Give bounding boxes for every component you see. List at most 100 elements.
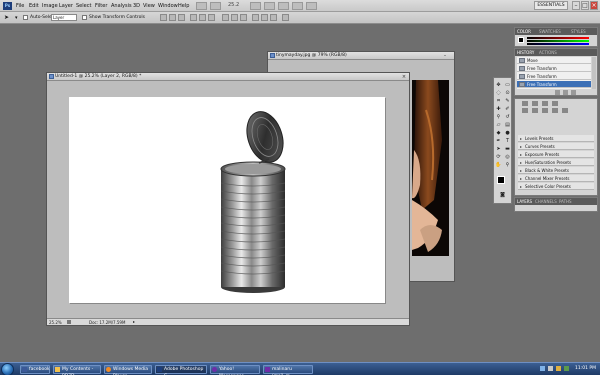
- taskbar-item-messenger[interactable]: Yahoo! Messenger: [210, 365, 260, 375]
- exposure-icon[interactable]: [552, 101, 558, 106]
- tray-icon[interactable]: [556, 366, 561, 371]
- history-item[interactable]: Free Transform: [517, 73, 591, 80]
- preset-exposure[interactable]: ▸ Exposure Presets: [518, 151, 594, 158]
- move-tool-icon[interactable]: ✥: [495, 82, 502, 89]
- auto-align-icon[interactable]: [282, 14, 289, 21]
- document-title-bar[interactable]: tinymayday.jpg @ 79% (RGB/8) –: [268, 52, 454, 60]
- align-top-icon[interactable]: [160, 14, 167, 21]
- tab-swatches[interactable]: SWATCHES: [539, 29, 561, 34]
- type-tool-icon[interactable]: T: [504, 138, 511, 145]
- zoom-tool-icon[interactable]: ⚲: [504, 162, 511, 169]
- minibridge-icon[interactable]: [210, 2, 221, 10]
- start-button[interactable]: [1, 363, 14, 375]
- chevron-down-icon[interactable]: ▾: [15, 14, 19, 22]
- blue-slider[interactable]: [527, 43, 589, 45]
- lasso-tool-icon[interactable]: ◌: [495, 90, 502, 97]
- distribute-hcenter-icon[interactable]: [261, 14, 268, 21]
- rotate-view-icon[interactable]: [278, 2, 289, 10]
- tray-icon[interactable]: [564, 366, 569, 371]
- levels-icon[interactable]: [532, 101, 538, 106]
- preset-black-white[interactable]: ▸ Black & White Presets: [518, 167, 594, 174]
- auto-select-dropdown[interactable]: Layer: [51, 14, 77, 21]
- status-zoom[interactable]: 25.2%: [49, 320, 62, 325]
- tab-layers[interactable]: LAYERS: [517, 199, 532, 204]
- green-slider[interactable]: [527, 40, 589, 42]
- menu-filter[interactable]: Filter: [95, 3, 107, 9]
- taskbar-item-contents[interactable]: My Contents - PD7D...: [53, 365, 101, 375]
- minimize-button[interactable]: –: [572, 1, 580, 10]
- menu-3d[interactable]: 3D: [133, 3, 140, 9]
- vibrance-icon[interactable]: [522, 108, 528, 113]
- distribute-left-icon[interactable]: [252, 14, 259, 21]
- hue-sat-icon[interactable]: [532, 108, 538, 113]
- color-fg-swatch[interactable]: [518, 37, 524, 43]
- auto-select-checkbox[interactable]: [23, 15, 28, 20]
- tab-paths[interactable]: PATHS: [559, 199, 572, 204]
- align-right-icon[interactable]: [208, 14, 215, 21]
- preset-selective-color[interactable]: ▸ Selective Color Presets: [518, 183, 594, 190]
- dodge-tool-icon[interactable]: ●: [504, 130, 511, 137]
- menu-window[interactable]: Window: [158, 3, 178, 9]
- distribute-top-icon[interactable]: [222, 14, 229, 21]
- clone-stamp-tool-icon[interactable]: ⚲: [495, 114, 502, 121]
- align-left-icon[interactable]: [190, 14, 197, 21]
- shape-tool-icon[interactable]: ▬: [504, 146, 511, 153]
- zoom-tool-icon[interactable]: [264, 2, 275, 10]
- 3d-rotate-tool-icon[interactable]: ⟳: [495, 154, 502, 161]
- quick-mask-icon[interactable]: ◙: [499, 192, 506, 199]
- preset-hue-saturation[interactable]: ▸ Hue/Saturation Presets: [518, 159, 594, 166]
- taskbar-item-photoshop[interactable]: Adobe Photoshop C...: [155, 365, 207, 375]
- tab-color[interactable]: COLOR: [517, 29, 531, 34]
- distribute-vcenter-icon[interactable]: [231, 14, 238, 21]
- quick-select-tool-icon[interactable]: ⊙: [504, 90, 511, 97]
- menu-file[interactable]: File: [16, 3, 24, 9]
- blur-tool-icon[interactable]: ◆: [495, 130, 502, 137]
- tab-actions[interactable]: ACTIONS: [539, 50, 557, 55]
- show-transform-checkbox[interactable]: [82, 15, 87, 20]
- taskbar-item-mail[interactable]: malinaru (mail_m...: [263, 365, 313, 375]
- maximize-button[interactable]: □: [581, 1, 589, 10]
- volume-icon[interactable]: [548, 366, 553, 371]
- path-select-tool-icon[interactable]: ➤: [495, 146, 502, 153]
- document-canvas[interactable]: [69, 97, 385, 303]
- 3d-camera-tool-icon[interactable]: ◎: [504, 154, 511, 161]
- status-menu-arrow-icon[interactable]: ▸: [133, 320, 137, 324]
- tab-history[interactable]: HISTORY: [517, 50, 534, 55]
- brightness-icon[interactable]: [522, 101, 528, 106]
- healing-tool-icon[interactable]: ✚: [495, 106, 502, 113]
- curves-icon[interactable]: [542, 101, 548, 106]
- taskbar-clock[interactable]: 11:01 PM: [575, 366, 596, 371]
- red-slider[interactable]: [527, 37, 589, 39]
- menu-analysis[interactable]: Analysis: [111, 3, 132, 9]
- hand-tool-icon[interactable]: [250, 2, 261, 10]
- close-document-icon[interactable]: ×: [401, 74, 407, 80]
- history-scrollbar[interactable]: [592, 57, 596, 89]
- pen-tool-icon[interactable]: ✒: [495, 138, 502, 145]
- bridge-icon[interactable]: [196, 2, 207, 10]
- zoom-level[interactable]: 25.2: [228, 2, 239, 8]
- eyedropper-tool-icon[interactable]: ✎: [504, 98, 511, 105]
- foreground-color-swatch[interactable]: [497, 176, 505, 184]
- history-brush-tool-icon[interactable]: ↺: [504, 114, 511, 121]
- network-icon[interactable]: [540, 366, 545, 371]
- close-button[interactable]: ×: [590, 1, 598, 10]
- hand-tool-icon[interactable]: ✋: [495, 162, 502, 169]
- crop-tool-icon[interactable]: ⌗: [495, 98, 502, 105]
- menu-image[interactable]: Image: [42, 3, 58, 9]
- preset-channel-mixer[interactable]: ▸ Channel Mixer Presets: [518, 175, 594, 182]
- history-item[interactable]: Move: [517, 57, 591, 64]
- new-document-icon[interactable]: [563, 90, 568, 95]
- workspace-switcher[interactable]: ESSENTIALS: [534, 1, 568, 10]
- arrange-documents-icon[interactable]: [292, 2, 303, 10]
- preset-curves[interactable]: ▸ Curves Presets: [518, 143, 594, 150]
- new-snapshot-icon[interactable]: [555, 90, 560, 95]
- menu-edit[interactable]: Edit: [29, 3, 39, 9]
- active-document-window[interactable]: Untitled-1 @ 25.2% (Layer 2, RGB/8) * ×: [46, 72, 410, 326]
- eraser-tool-icon[interactable]: ▱: [495, 122, 502, 129]
- marquee-tool-icon[interactable]: ▭: [504, 82, 511, 89]
- taskbar-item-media-player[interactable]: Windows Media Player: [104, 365, 152, 375]
- tab-channels[interactable]: CHANNELS: [535, 199, 557, 204]
- trash-icon[interactable]: [571, 90, 576, 95]
- menu-layer[interactable]: Layer: [59, 3, 73, 9]
- gradient-tool-icon[interactable]: ▤: [504, 122, 511, 129]
